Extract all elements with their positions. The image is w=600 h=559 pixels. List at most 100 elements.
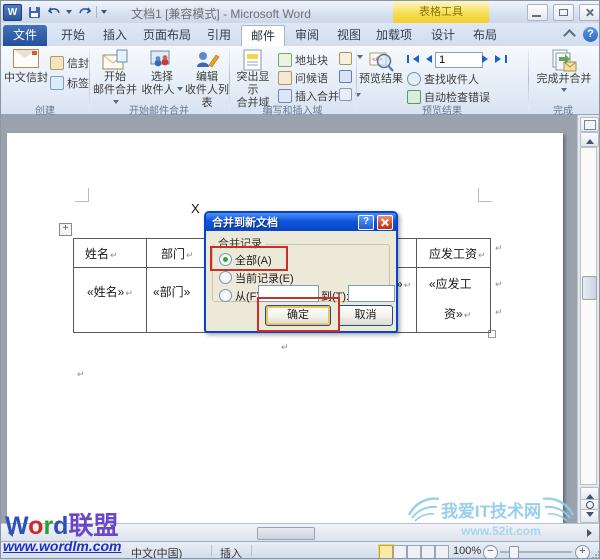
table-cell-header-salary[interactable]: 应发工资↵ <box>429 245 486 262</box>
tab-review[interactable]: 审阅 <box>289 25 325 46</box>
next-page-button[interactable] <box>580 509 599 523</box>
context-tool-title: 表格工具 <box>393 1 489 23</box>
last-record-button[interactable] <box>495 52 507 66</box>
word-window: W 文档1 [兼容模式] - Microsoft Word 表格工具 文件 开始… <box>0 0 600 559</box>
update-labels-icon <box>339 88 352 101</box>
draft-view-button[interactable] <box>435 545 449 559</box>
table-cell-field-sliver[interactable]: »↵ <box>396 277 411 291</box>
radio-current-label[interactable]: 当前记录(E) <box>235 270 294 286</box>
first-record-arrow-icon <box>409 55 419 63</box>
next-record-icon <box>482 55 492 63</box>
table-cell-field-salary-line1[interactable]: «应发工 <box>429 275 472 292</box>
pilcrow-mark: ↵ <box>77 369 85 380</box>
scroll-left-button[interactable] <box>4 529 13 537</box>
pilcrow-mark: ↵ <box>495 279 503 290</box>
start-mail-merge-icon <box>102 49 128 71</box>
restore-button[interactable] <box>553 4 574 21</box>
last-record-icon <box>505 55 507 63</box>
previous-record-button[interactable] <box>421 52 433 66</box>
help-button[interactable]: ? <box>583 27 598 42</box>
web-layout-view-button[interactable] <box>407 545 421 559</box>
dialog-title-bar[interactable]: 合并到新文档 ? <box>206 213 396 231</box>
table-border <box>490 238 491 333</box>
chinese-envelope-button[interactable]: 中文信封 <box>4 49 48 85</box>
arrow-up-icon <box>586 135 594 144</box>
annotation-box-all-records <box>210 246 288 271</box>
previous-page-icon <box>586 490 594 499</box>
outline-view-button[interactable] <box>421 545 435 559</box>
resize-grip[interactable] <box>591 550 600 559</box>
insert-mode-indicator[interactable]: 插入 <box>220 545 242 559</box>
cancel-button[interactable]: 取消 <box>338 305 393 326</box>
select-recipients-button[interactable]: 选择 收件人 <box>141 49 183 97</box>
dialog-close-button[interactable] <box>377 215 393 230</box>
zoom-slider-thumb[interactable] <box>509 546 519 559</box>
minimize-button[interactable] <box>527 4 548 21</box>
table-cell-field-name[interactable]: «姓名»↵ <box>87 283 133 300</box>
edit-recipient-list-button[interactable]: 编辑 收件人列表 <box>185 49 229 110</box>
print-layout-view-button[interactable] <box>379 545 393 559</box>
tab-view[interactable]: 视图 <box>331 25 367 46</box>
scroll-right-button[interactable] <box>587 529 596 537</box>
record-number-input[interactable] <box>435 52 483 68</box>
zoom-out-button[interactable]: − <box>483 545 498 559</box>
radio-from-to[interactable] <box>219 289 232 302</box>
close-button[interactable] <box>579 4 600 21</box>
table-cell-field-salary-line2[interactable]: 资»↵ <box>444 305 471 322</box>
dropdown-icon <box>177 87 183 94</box>
envelope-button[interactable]: 信封 <box>50 55 89 71</box>
pilcrow-mark: ↵ <box>464 310 472 320</box>
tab-home[interactable]: 开始 <box>55 25 91 46</box>
browse-object-icon <box>586 501 594 509</box>
table-cell-field-dept[interactable]: «部门» <box>153 283 190 300</box>
scroll-up-button[interactable] <box>580 132 599 147</box>
table-border <box>73 238 74 333</box>
vertical-scrollbar <box>577 115 599 523</box>
window-title: 文档1 [兼容模式] - Microsoft Word <box>1 5 441 22</box>
language-indicator[interactable]: 中文(中国) <box>131 545 182 559</box>
table-cell-header-dept[interactable]: 部门↵ <box>161 245 194 262</box>
horizontal-scroll-thumb[interactable] <box>257 527 315 540</box>
table-border <box>146 238 147 333</box>
tab-design[interactable]: 设计 <box>425 25 461 46</box>
labels-button[interactable]: 标签 <box>50 75 89 91</box>
dropdown-icon <box>561 88 567 95</box>
tab-page-layout[interactable]: 页面布局 <box>139 25 195 46</box>
greeting-line-button[interactable]: 问候语 <box>278 70 328 86</box>
group-divider <box>356 49 357 109</box>
status-separator <box>211 545 212 557</box>
pilcrow-mark: ↵ <box>478 250 486 260</box>
arrow-right-icon <box>587 529 596 537</box>
radio-current-record[interactable] <box>219 271 232 284</box>
tab-mailings[interactable]: 邮件 <box>241 25 285 47</box>
zoom-in-button[interactable]: + <box>575 545 590 559</box>
tab-table-layout[interactable]: 布局 <box>467 25 503 46</box>
vertical-scroll-thumb[interactable] <box>582 276 597 300</box>
find-recipient-button[interactable]: 查找收件人 <box>407 71 479 87</box>
tab-references[interactable]: 引用 <box>201 25 237 46</box>
highlight-merge-fields-button[interactable]: 突出显示 合并域 <box>232 49 274 110</box>
address-block-button[interactable]: 地址块 <box>278 52 328 68</box>
dialog-help-button[interactable]: ? <box>358 215 374 230</box>
next-record-button[interactable] <box>481 52 493 66</box>
envelope-icon <box>50 56 64 70</box>
document-text: X <box>191 201 200 216</box>
match-fields-button[interactable] <box>339 70 352 83</box>
fullscreen-reading-view-button[interactable] <box>393 545 407 559</box>
first-record-button[interactable] <box>407 52 419 66</box>
tab-addins[interactable]: 加载项 <box>371 25 417 46</box>
margin-corner-left-icon <box>75 188 89 202</box>
table-cell-header-name[interactable]: 姓名↵ <box>85 245 118 262</box>
update-labels-button[interactable] <box>339 88 352 101</box>
tab-file[interactable]: 文件 <box>3 25 47 46</box>
ruler-toggle-button[interactable] <box>580 117 599 132</box>
table-move-handle[interactable]: + <box>59 223 72 236</box>
vertical-scroll-track[interactable] <box>580 147 597 485</box>
finish-merge-button[interactable]: 完成并合并 <box>535 49 593 95</box>
tab-insert[interactable]: 插入 <box>97 25 133 46</box>
zoom-level[interactable]: 100% <box>453 545 481 557</box>
minimize-ribbon-button[interactable] <box>565 31 574 40</box>
to-record-input[interactable] <box>348 285 395 302</box>
preview-results-button[interactable]: «A» 预览结果 <box>359 49 403 86</box>
start-mail-merge-button[interactable]: 开始 邮件合并 <box>93 49 137 110</box>
